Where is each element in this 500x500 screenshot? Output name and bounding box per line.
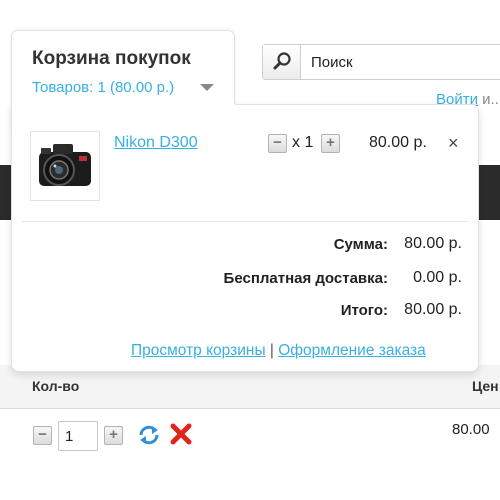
table-divider [0,408,500,409]
remove-item-icon[interactable]: × [448,133,459,154]
qty-input[interactable] [58,421,98,451]
cart-decrease-button[interactable]: − [268,134,287,153]
cart-item-qty: x 1 [292,134,314,151]
view-cart-link[interactable]: Просмотр корзины [131,342,266,359]
cart-count[interactable]: Товаров: 1 (80.00 р.) [32,79,174,96]
increase-qty-button[interactable]: + [104,426,123,445]
cart-links: Просмотр корзины | Оформление заказа [131,342,426,360]
search-box [262,44,500,80]
cart-separator [22,221,468,222]
product-name-link[interactable]: Nikon D300 [114,134,198,152]
search-input[interactable] [303,47,500,77]
search-icon [273,52,291,70]
cart-item-price: 80.00 р. [369,134,427,151]
cart-tab-joint [12,100,234,108]
subtotal-label: Сумма: [333,236,388,253]
shipping-label: Бесплатная доставка: [223,270,388,287]
cart-increase-button[interactable]: + [321,134,340,153]
login-suffix: и... [482,91,500,108]
total-value: 80.00 р. [404,301,462,318]
cart-title: Корзина покупок [32,48,191,69]
decrease-qty-button[interactable]: − [33,426,52,445]
row-price: 80.00 [452,421,490,438]
delete-icon[interactable] [170,423,192,445]
refresh-icon[interactable] [137,424,161,446]
subtotal-value: 80.00 р. [404,235,462,252]
product-thumbnail[interactable] [30,131,100,201]
camera-icon [39,144,91,186]
qty-column-header: Кол-во [32,378,80,394]
checkout-link[interactable]: Оформление заказа [278,342,426,359]
shipping-value: 0.00 р. [413,269,462,286]
price-column-header: Цен [472,378,499,394]
total-label: Итого: [340,302,388,319]
cart-panel-top-border [235,104,479,105]
search-button[interactable] [263,45,301,79]
chevron-down-icon[interactable] [200,84,214,91]
link-separator: | [269,342,274,359]
